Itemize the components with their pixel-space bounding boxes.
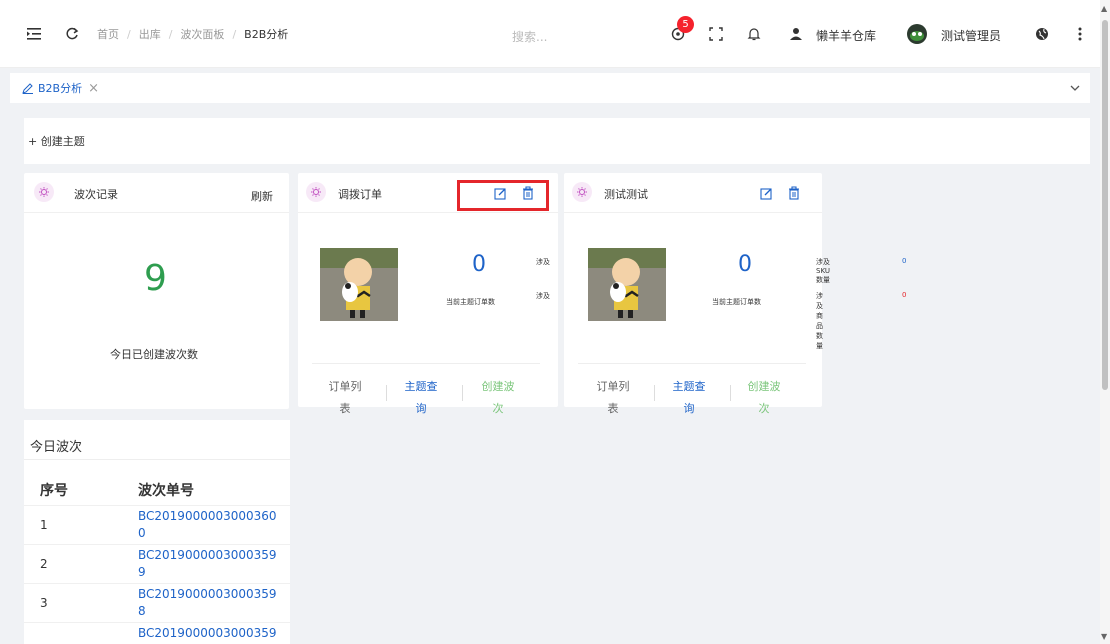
divider — [312, 363, 540, 364]
wave-count-label: 今日已创建波次数 — [110, 348, 198, 361]
order-count-label: 当前主题订单数 — [712, 298, 761, 306]
stat-label: 涉及 — [536, 258, 550, 266]
table-row: 3 BC20190000030003598 — [24, 583, 290, 621]
sku-count-value: 0 — [902, 257, 907, 265]
card-header: 测试测试 — [564, 173, 822, 213]
delete-icon[interactable] — [788, 186, 800, 203]
top-header: 首页 / 出库 / 波次面板 / B2B分析 搜索... 5 懒羊羊仓库 测试管… — [0, 0, 1100, 68]
table-title: 今日波次 — [30, 440, 83, 455]
divider — [24, 459, 290, 460]
wave-number-link[interactable]: BC20190000030003600 — [138, 508, 278, 542]
card-title: 测试测试 — [604, 188, 648, 201]
create-wave-link[interactable]: 创建波次 — [478, 376, 518, 420]
table-row: 1 BC20190000030003600 — [24, 505, 290, 543]
tabs-bar: B2B分析 × — [10, 73, 1090, 103]
separator — [462, 385, 463, 401]
theme-image — [320, 248, 398, 321]
tab-b2b-analysis[interactable]: B2B分析 × — [22, 73, 99, 103]
bulb-icon — [306, 182, 326, 202]
tab-close-icon[interactable]: × — [88, 81, 99, 96]
order-count-label: 当前主题订单数 — [446, 298, 495, 306]
separator — [730, 385, 731, 401]
column-header-index: 序号 — [40, 483, 68, 499]
notification-badge: 5 — [677, 16, 694, 33]
order-count: 0 — [472, 252, 486, 277]
breadcrumb-current: B2B分析 — [244, 28, 289, 41]
theme-card: 测试测试 0 当前主题订单数 涉及SKU数量 0 涉及商品数量 0 订单列表 主… — [564, 173, 906, 415]
wave-number-link[interactable]: BC20190000030003599 — [138, 547, 278, 581]
order-list-link[interactable]: 订单列表 — [325, 376, 365, 420]
avatar[interactable] — [906, 0, 928, 68]
bulb-icon — [572, 182, 592, 202]
separator — [386, 385, 387, 401]
theme-image — [588, 248, 666, 321]
today-waves-card: 今日波次 序号 波次单号 1 BC20190000030003600 2 BC2… — [24, 420, 290, 644]
create-wave-link[interactable]: 创建波次 — [744, 376, 784, 420]
scroll-up-icon[interactable]: ▲ — [1101, 4, 1107, 13]
warehouse-selector[interactable]: 懒羊羊仓库 — [816, 27, 876, 44]
order-count: 0 — [738, 252, 752, 277]
breadcrumb-outbound[interactable]: 出库 — [139, 26, 161, 42]
card-title: 波次记录 — [74, 188, 118, 201]
card-title: 调拨订单 — [338, 188, 382, 201]
theme-query-link[interactable]: 主题查询 — [401, 376, 441, 420]
theme-query-link[interactable]: 主题查询 — [669, 376, 709, 420]
edit-pen-icon — [22, 83, 33, 94]
breadcrumb-separator: / — [232, 27, 237, 41]
row-index: 3 — [40, 596, 48, 610]
create-theme-button[interactable]: + 创建主题 — [24, 118, 1090, 164]
scroll-down-icon[interactable]: ▼ — [1101, 632, 1107, 641]
globe-icon[interactable] — [1032, 0, 1052, 68]
goods-count-value: 0 — [902, 291, 907, 299]
scrollbar-thumb[interactable] — [1102, 20, 1108, 390]
sku-count-label: 涉及SKU数量 — [816, 258, 830, 284]
reload-icon[interactable] — [62, 0, 82, 68]
target-icon[interactable] — [668, 0, 688, 68]
bell-icon[interactable] — [744, 0, 764, 68]
divider — [578, 363, 806, 364]
table-row: BC20190000030003597 — [24, 622, 290, 644]
chevron-down-icon[interactable] — [1070, 80, 1080, 94]
breadcrumb-home[interactable]: 首页 — [97, 26, 119, 42]
goods-count-label: 涉及商品数量 — [816, 292, 823, 350]
user-icon — [786, 0, 806, 68]
edit-icon[interactable] — [760, 187, 773, 203]
stat-label: 涉及 — [536, 292, 550, 300]
user-name[interactable]: 测试管理员 — [941, 27, 1001, 44]
breadcrumb: 首页 / 出库 / 波次面板 / B2B分析 — [97, 0, 288, 68]
search-input[interactable]: 搜索... — [512, 28, 547, 45]
separator — [654, 385, 655, 401]
card-header: 波次记录 刷新 — [24, 173, 289, 213]
refresh-button[interactable]: 刷新 — [251, 188, 273, 204]
wave-number-link[interactable]: BC20190000030003597 — [138, 625, 278, 644]
breadcrumb-separator: / — [168, 27, 173, 41]
order-list-link[interactable]: 订单列表 — [593, 376, 633, 420]
more-vertical-icon[interactable] — [1070, 0, 1090, 68]
wave-count: 9 — [144, 258, 167, 299]
bulb-icon — [34, 182, 54, 202]
wave-record-card: 波次记录 刷新 9 今日已创建波次数 — [24, 173, 289, 409]
highlight-box — [457, 180, 549, 211]
table-row: 2 BC20190000030003599 — [24, 544, 290, 582]
row-index: 2 — [40, 557, 48, 571]
row-index: 1 — [40, 518, 48, 532]
breadcrumb-separator: / — [127, 27, 131, 41]
column-header-wave-no: 波次单号 — [138, 483, 194, 499]
fullscreen-icon[interactable] — [706, 0, 726, 68]
breadcrumb-wave-panel[interactable]: 波次面板 — [180, 26, 224, 42]
wave-number-link[interactable]: BC20190000030003598 — [138, 586, 278, 620]
tab-label: B2B分析 — [38, 82, 83, 95]
menu-fold-icon[interactable] — [24, 0, 44, 68]
